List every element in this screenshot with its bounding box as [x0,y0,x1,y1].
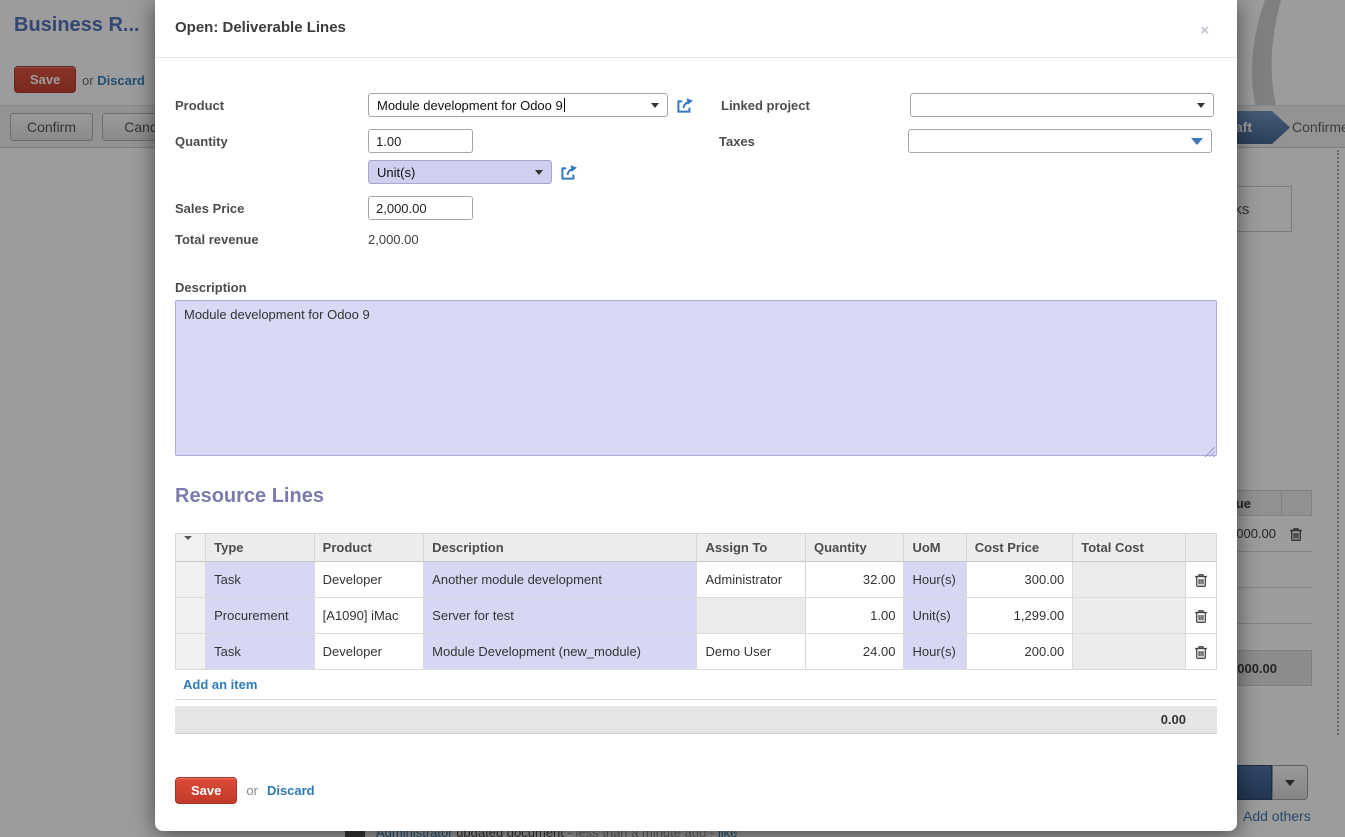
footer-total-value: 0.00 [1161,712,1186,727]
cell-cost-price[interactable]: 1,299.00 [966,598,1073,634]
sales-price-input[interactable] [368,196,473,220]
table-header-row: Type Product Description Assign To Quant… [176,534,1217,562]
or-label: or [246,783,258,798]
uom-select[interactable]: Unit(s) [368,160,552,184]
description-label: Description [175,280,1217,295]
linked-project-label: Linked project [721,98,910,113]
cell-description[interactable]: Another module development [424,562,697,598]
add-an-item-link[interactable]: Add an item [183,677,257,692]
cell-total-cost [1073,562,1186,598]
header-assign-to[interactable]: Assign To [697,534,806,562]
chevron-down-icon [1191,138,1203,145]
header-total-cost[interactable]: Total Cost [1073,534,1186,562]
dialog-header: Open: Deliverable Lines × [155,0,1237,58]
cell-quantity[interactable]: 32.00 [806,562,904,598]
cell-quantity[interactable]: 1.00 [806,598,904,634]
cell-type[interactable]: Task [206,562,315,598]
description-textarea[interactable]: Module development for Odoo 9 [175,300,1217,456]
chevron-down-icon [651,103,659,108]
sort-caret-icon [184,536,192,555]
cell-uom[interactable]: Hour(s) [904,562,966,598]
row-handle [176,598,206,634]
cell-cost-price[interactable]: 200.00 [966,634,1073,670]
chevron-down-icon [1197,103,1205,108]
close-icon[interactable]: × [1200,22,1209,39]
cell-type[interactable]: Task [206,634,315,670]
header-cost-price[interactable]: Cost Price [966,534,1073,562]
trash-icon [1194,572,1208,588]
table-footer-total-bar: 0.00 [175,706,1217,734]
screen: Business R... Save or Discard Confirm Ca… [0,0,1345,837]
taxes-select[interactable] [908,129,1212,153]
cell-product[interactable]: Developer [314,562,424,598]
save-button[interactable]: Save [175,777,237,804]
taxes-label: Taxes [719,134,908,149]
table-row: Task Developer Module Development (new_m… [176,634,1217,670]
cell-product[interactable]: Developer [314,634,424,670]
text-cursor [564,98,565,112]
cell-uom[interactable]: Unit(s) [904,598,966,634]
sales-price-label: Sales Price [175,201,368,216]
total-revenue-label: Total revenue [175,232,368,247]
open-record-icon[interactable] [676,97,694,114]
table-row: Task Developer Another module developmen… [176,562,1217,598]
open-record-icon[interactable] [560,164,578,181]
sort-header[interactable] [176,534,206,562]
trash-icon [1194,644,1208,660]
cell-product[interactable]: [A1090] iMac [314,598,424,634]
table-row: Procurement [A1090] iMac Server for test… [176,598,1217,634]
header-quantity[interactable]: Quantity [806,534,904,562]
discard-link[interactable]: Discard [267,783,315,798]
delete-row-button[interactable] [1194,572,1208,588]
cell-uom[interactable]: Hour(s) [904,634,966,670]
quantity-label: Quantity [175,134,368,149]
uom-value: Unit(s) [377,165,415,180]
delete-row-button[interactable] [1194,644,1208,660]
quantity-input[interactable] [368,129,473,153]
cell-cost-price[interactable]: 300.00 [966,562,1073,598]
deliverable-lines-dialog: Open: Deliverable Lines × Product Module… [155,0,1237,831]
resource-lines-title: Resource Lines [175,485,1217,508]
trash-icon [1194,608,1208,624]
cell-assign-to[interactable]: Administrator [697,562,806,598]
cell-type[interactable]: Procurement [206,598,315,634]
header-product[interactable]: Product [314,534,424,562]
header-type[interactable]: Type [206,534,315,562]
resource-lines-table: Type Product Description Assign To Quant… [175,533,1217,670]
linked-project-select[interactable] [910,93,1214,117]
cell-total-cost [1073,634,1186,670]
product-value: Module development for Odoo 9 [377,98,563,113]
cell-description[interactable]: Module Development (new_module) [424,634,697,670]
cell-quantity[interactable]: 24.00 [806,634,904,670]
product-label: Product [175,98,368,113]
cell-total-cost [1073,598,1186,634]
header-delete [1185,534,1216,562]
row-handle [176,562,206,598]
cell-assign-to [697,598,806,634]
header-description[interactable]: Description [424,534,697,562]
delete-row-button[interactable] [1194,608,1208,624]
cell-delete [1185,634,1216,670]
cell-description[interactable]: Server for test [424,598,697,634]
cell-delete [1185,562,1216,598]
dialog-title: Open: Deliverable Lines [175,19,346,36]
cell-delete [1185,598,1216,634]
row-handle [176,634,206,670]
chevron-down-icon [535,170,543,175]
cell-assign-to[interactable]: Demo User [697,634,806,670]
total-revenue-value: 2,000.00 [368,232,419,247]
product-combobox[interactable]: Module development for Odoo 9 [368,93,668,117]
header-uom[interactable]: UoM [904,534,966,562]
